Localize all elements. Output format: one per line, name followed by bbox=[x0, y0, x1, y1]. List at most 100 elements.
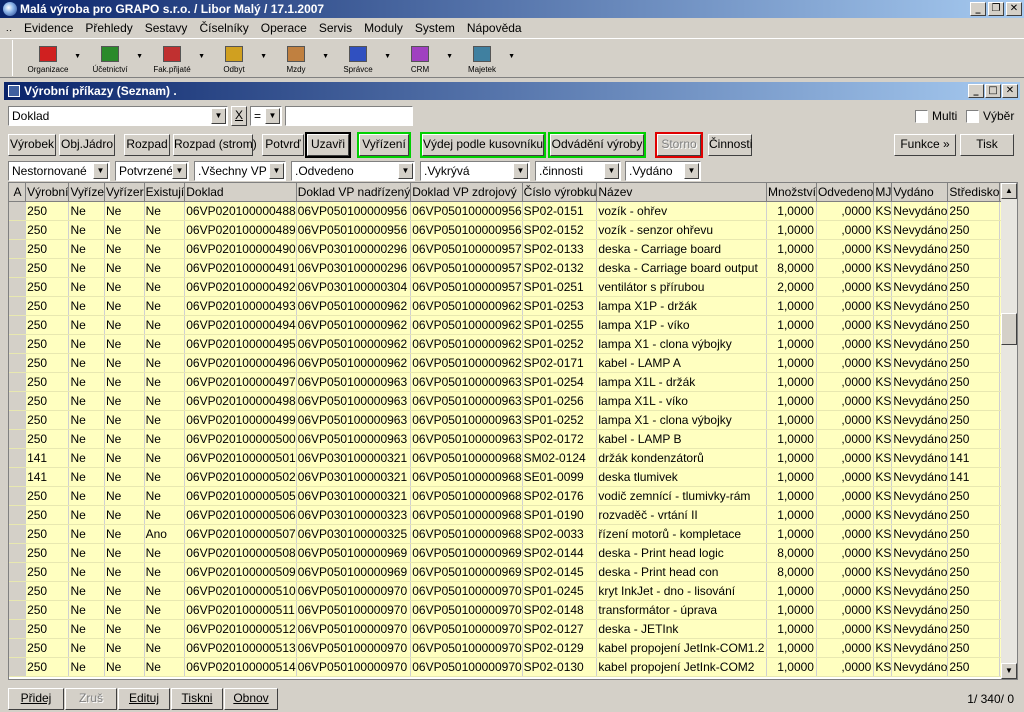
table-row[interactable]: 250 Ne Ne Ne 06VP020100000505 06VP03010000032… bbox=[9, 486, 1017, 506]
scroll-thumb[interactable] bbox=[1001, 313, 1017, 345]
scroll-up-icon[interactable]: ▲ bbox=[1001, 183, 1017, 199]
tisk-button[interactable]: Tisk bbox=[960, 134, 1014, 156]
edituj-button[interactable]: Edituj bbox=[118, 688, 170, 710]
toolbar-button-1[interactable]: Účetnictví ▼ bbox=[79, 39, 143, 77]
objjadro-button[interactable]: Obj.Jádro bbox=[59, 134, 115, 156]
column-header[interactable]: Doklad VP nadřízený bbox=[296, 183, 412, 202]
column-header[interactable]: Vyříze bbox=[68, 183, 105, 202]
table-row[interactable]: 250 Ne Ne Ne 06VP020100000494 06VP05010000096… bbox=[9, 315, 1017, 335]
menu-operace[interactable]: Operace bbox=[255, 21, 313, 35]
toolbar-button-4[interactable]: Mzdy ▼ bbox=[265, 39, 329, 77]
menu-evidence[interactable]: Evidence bbox=[18, 21, 79, 35]
vp-filter-select[interactable]: .Všechny VP ▼ bbox=[194, 161, 286, 181]
chevron-down-icon[interactable]: ▼ bbox=[211, 108, 226, 124]
multi-checkbox[interactable]: Multi bbox=[915, 109, 957, 123]
filter-value-input[interactable] bbox=[285, 106, 413, 126]
zrus-button[interactable]: Zruš bbox=[65, 688, 117, 710]
rozpad-button[interactable]: Rozpad bbox=[124, 134, 170, 156]
minimize-icon[interactable]: _ bbox=[970, 2, 986, 16]
table-row[interactable]: 250 Ne Ne Ne 06VP020100000496 06VP05010000096… bbox=[9, 353, 1017, 373]
table-row[interactable]: 250 Ne Ne Ne 06VP020100000506 06VP03010000032… bbox=[9, 505, 1017, 525]
chevron-down-icon[interactable]: ▼ bbox=[604, 163, 619, 179]
chevron-down-icon[interactable]: ▼ bbox=[265, 108, 280, 124]
table-row[interactable]: 250 Ne Ne Ne 06VP020100000491 06VP03010000029… bbox=[9, 258, 1017, 278]
close-icon[interactable]: ✕ bbox=[1006, 2, 1022, 16]
toolbar-button-0[interactable]: Organizace ▼ bbox=[17, 39, 81, 77]
vertical-scrollbar[interactable]: ▲ ▼ bbox=[1001, 183, 1017, 679]
table-row[interactable]: 250 Ne Ne Ne 06VP020100000513 06VP05010000097… bbox=[9, 638, 1017, 658]
column-header[interactable]: A bbox=[9, 183, 27, 202]
child-close-icon[interactable]: ✕ bbox=[1002, 84, 1018, 98]
table-row[interactable]: 250 Ne Ne Ne 06VP020100000510 06VP05010000097… bbox=[9, 581, 1017, 601]
column-header[interactable]: Středisko bbox=[947, 183, 1001, 202]
menu-ciselniky[interactable]: Číselníky bbox=[193, 21, 254, 35]
menu-moduly[interactable]: Moduly bbox=[358, 21, 409, 35]
table-row[interactable]: 250 Ne Ne Ne 06VP020100000499 06VP05010000096… bbox=[9, 410, 1017, 430]
toolbar-button-2[interactable]: Fak.přijaté ▼ bbox=[141, 39, 205, 77]
cinnosti-button[interactable]: Činnosti bbox=[708, 134, 752, 156]
menu-system[interactable]: System bbox=[409, 21, 461, 35]
pridej-button[interactable]: Přidej bbox=[8, 688, 64, 710]
vyrobek-button[interactable]: Výrobek bbox=[8, 134, 56, 156]
column-header[interactable]: Název bbox=[596, 183, 767, 202]
menu-napoveda[interactable]: Nápověda bbox=[461, 21, 528, 35]
chevron-down-icon[interactable]: ▼ bbox=[93, 163, 108, 179]
table-row[interactable]: 250 Ne Ne Ne 06VP020100000511 06VP05010000097… bbox=[9, 600, 1017, 620]
chevron-down-icon[interactable]: ▼ bbox=[684, 163, 699, 179]
chevron-down-icon[interactable]: ▼ bbox=[513, 163, 528, 179]
table-row[interactable]: 141 Ne Ne Ne 06VP020100000501 06VP03010000032… bbox=[9, 448, 1017, 468]
checkbox-box[interactable] bbox=[966, 109, 979, 123]
toolbar-button-5[interactable]: Správce ▼ bbox=[327, 39, 391, 77]
storno-button[interactable]: Storno bbox=[655, 132, 703, 158]
rozpad-strom-button[interactable]: Rozpad (strom) bbox=[173, 134, 257, 156]
toolbar-button-3[interactable]: Odbyt ▼ bbox=[203, 39, 267, 77]
production-orders-grid[interactable]: A Výrobní Vyříze Vyřízer Existují Doklad Dokla… bbox=[8, 182, 1018, 680]
potvrd-button[interactable]: Potvrď bbox=[262, 134, 304, 156]
odvadeni-vyroby-button[interactable]: Odvádění výroby bbox=[548, 132, 646, 158]
vydano-filter-select[interactable]: .Vydáno ▼ bbox=[625, 161, 701, 181]
column-header[interactable]: Množství bbox=[766, 183, 817, 202]
child-minimize-icon[interactable]: _ bbox=[968, 84, 984, 98]
column-header[interactable]: Číslo výrobku bbox=[522, 183, 598, 202]
column-header[interactable]: Doklad VP zdrojový bbox=[410, 183, 523, 202]
table-row[interactable]: 250 Ne Ne Ne 06VP020100000509 06VP05010000096… bbox=[9, 562, 1017, 582]
child-maximize-icon[interactable]: □ bbox=[985, 84, 1001, 98]
filter-field-select[interactable]: Doklad ▼ bbox=[8, 106, 228, 126]
chevron-down-icon[interactable]: ▼ bbox=[172, 163, 187, 179]
column-header[interactable]: MJ bbox=[873, 183, 893, 202]
column-header[interactable]: Doklad bbox=[184, 183, 297, 202]
chevron-down-icon[interactable]: ▼ bbox=[269, 163, 284, 179]
table-row[interactable]: 250 Ne Ne Ne 06VP020100000498 06VP05010000096… bbox=[9, 391, 1017, 411]
cinnosti-filter-select[interactable]: .činnosti ▼ bbox=[535, 161, 621, 181]
restore-icon[interactable]: ❐ bbox=[988, 2, 1004, 16]
vyrizeni-button[interactable]: Vyřízení bbox=[357, 132, 411, 158]
table-row[interactable]: 250 Ne Ne Ne 06VP020100000497 06VP05010000096… bbox=[9, 372, 1017, 392]
funkce-button[interactable]: Funkce » bbox=[894, 134, 956, 156]
table-row[interactable]: 250 Ne Ne Ne 06VP020100000495 06VP05010000096… bbox=[9, 334, 1017, 354]
table-row[interactable]: 250 Ne Ne Ne 06VP020100000493 06VP05010000096… bbox=[9, 296, 1017, 316]
vydej-kusovnik-button[interactable]: Výdej podle kusovníku bbox=[420, 132, 546, 158]
filter-operator-select[interactable]: = ▼ bbox=[250, 106, 282, 126]
chevron-down-icon[interactable]: ▼ bbox=[398, 163, 413, 179]
table-row[interactable]: 250 Ne Ne Ne 06VP020100000492 06VP03010000030… bbox=[9, 277, 1017, 297]
table-row[interactable]: 250 Ne Ne Ne 06VP020100000500 06VP05010000096… bbox=[9, 429, 1017, 449]
odvedeno-filter-select[interactable]: .Odvedeno ▼ bbox=[291, 161, 415, 181]
uzavri-button[interactable]: Uzavři bbox=[305, 132, 351, 158]
table-row[interactable]: 250 Ne Ne Ne 06VP020100000512 06VP05010000097… bbox=[9, 619, 1017, 639]
obnov-button[interactable]: Obnov bbox=[224, 688, 278, 710]
menu-prehledy[interactable]: Přehledy bbox=[79, 21, 138, 35]
toolbar-button-6[interactable]: CRM ▼ bbox=[389, 39, 453, 77]
filter-clear-button[interactable]: X bbox=[231, 106, 247, 126]
storno-filter-select[interactable]: Nestornované ▼ bbox=[8, 161, 110, 181]
menu-servis[interactable]: Servis bbox=[313, 21, 358, 35]
chevron-down-icon[interactable]: ▼ bbox=[508, 53, 515, 60]
table-row[interactable]: 141 Ne Ne Ne 06VP020100000502 06VP03010000032… bbox=[9, 467, 1017, 487]
column-header[interactable]: Vyřízer bbox=[104, 183, 145, 202]
table-row[interactable]: 250 Ne Ne Ne 06VP020100000488 06VP05010000095… bbox=[9, 201, 1017, 221]
table-row[interactable]: 250 Ne Ne Ne 06VP020100000489 06VP05010000095… bbox=[9, 220, 1017, 240]
menu-sestavy[interactable]: Sestavy bbox=[139, 21, 194, 35]
column-header[interactable]: Odvedeno bbox=[816, 183, 875, 202]
table-row[interactable]: 250 Ne Ne Ne 06VP020100000490 06VP03010000029… bbox=[9, 239, 1017, 259]
column-header[interactable]: Vydáno bbox=[891, 183, 949, 202]
vyber-checkbox[interactable]: Výběr bbox=[966, 109, 1014, 123]
